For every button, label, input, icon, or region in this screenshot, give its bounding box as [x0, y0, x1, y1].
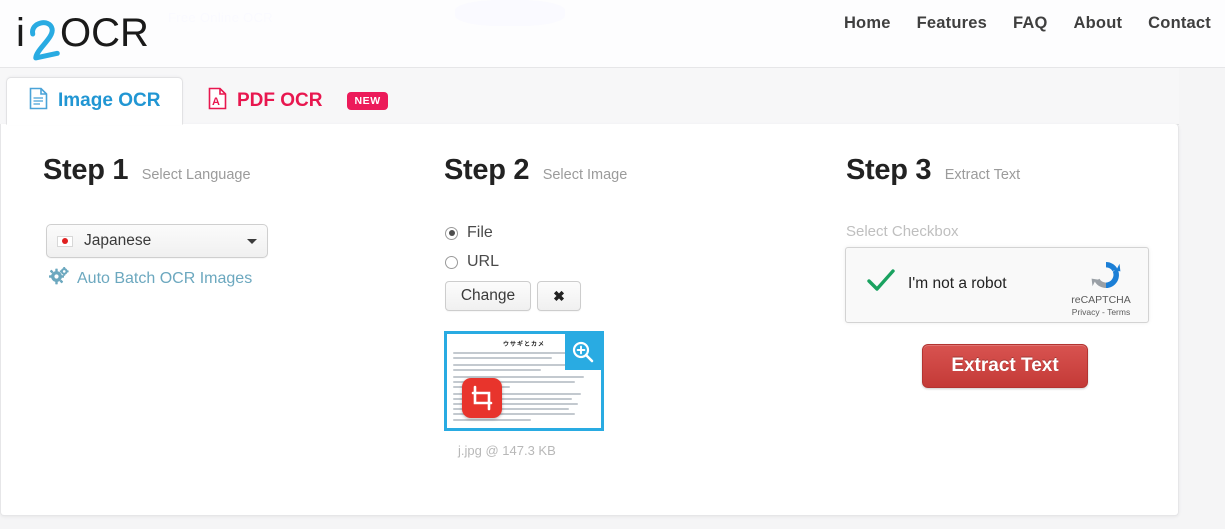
logo-graphic: i OCR — [16, 11, 149, 61]
nav-item-features[interactable]: Features — [917, 14, 987, 33]
language-select[interactable]: Japanese — [46, 224, 268, 258]
header-ghost-tagline: Free Online OCR — [168, 10, 273, 25]
clear-file-button[interactable]: ✖ — [537, 281, 581, 311]
step-1-subtitle: Select Language — [141, 167, 251, 183]
change-file-button[interactable]: Change — [445, 281, 531, 311]
step-1-title: Step 1 — [43, 154, 129, 186]
japan-flag-icon — [57, 235, 73, 247]
step-3-title: Step 3 — [846, 154, 932, 186]
recaptcha-privacy-terms[interactable]: Privacy - Terms — [1064, 307, 1138, 317]
magnifier-plus-icon[interactable] — [565, 334, 601, 370]
recaptcha-logo-icon — [1088, 257, 1124, 298]
image-thumbnail[interactable]: ウサギとカメ — [444, 331, 604, 431]
new-badge: NEW — [346, 92, 388, 110]
step-2-column: Step 2 Select Image File URL Change ✖ ウサ… — [444, 154, 824, 458]
site-header: i OCR Free Online OCR Home Features FAQ … — [0, 0, 1225, 68]
i2ocr-logo[interactable]: i OCR — [10, 6, 180, 62]
radio-file-input[interactable] — [445, 226, 458, 240]
step-2-subtitle: Select Image — [542, 167, 628, 183]
nav-item-faq[interactable]: FAQ — [1013, 14, 1048, 33]
step-2-heading: Step 2 Select Image — [444, 154, 824, 187]
radio-file-label: File — [467, 224, 493, 241]
header-ghost-graphic — [455, 0, 565, 26]
extract-text-button[interactable]: Extract Text — [922, 344, 1088, 388]
tab-pdf-ocr[interactable]: A PDF OCR NEW — [186, 77, 410, 125]
auto-batch-ocr-label: Auto Batch OCR Images — [77, 269, 253, 287]
step-1-heading: Step 1 Select Language — [43, 154, 423, 187]
page-root: i OCR Free Online OCR Home Features FAQ … — [0, 0, 1225, 529]
radio-option-url[interactable]: URL — [445, 253, 499, 271]
radio-url-label: URL — [467, 253, 500, 270]
chevron-down-icon — [247, 238, 257, 244]
svg-text:i: i — [16, 11, 25, 55]
gears-icon — [49, 267, 69, 290]
image-document-icon — [29, 87, 48, 116]
crop-icon[interactable] — [462, 378, 502, 418]
tab-strip: Image OCR A PDF OCR NEW — [0, 68, 1179, 125]
step-1-column: Step 1 Select Language Japanese Auto Bat… — [43, 154, 423, 287]
tab-image-ocr-label: Image OCR — [58, 90, 161, 111]
nav-item-about[interactable]: About — [1074, 14, 1123, 33]
radio-option-file[interactable]: File — [445, 224, 493, 242]
main-navigation: Home Features FAQ About Contact — [844, 14, 1211, 33]
recaptcha-label: I'm not a robot — [908, 275, 1007, 292]
step-3-column: Step 3 Extract Text Select Checkbox I'm … — [845, 154, 1166, 388]
tab-image-ocr[interactable]: Image OCR — [6, 77, 184, 125]
language-select-value: Japanese — [84, 232, 152, 249]
step-3-subtitle: Extract Text — [944, 167, 1021, 183]
radio-url-input[interactable] — [445, 255, 458, 269]
checkmark-icon[interactable] — [866, 268, 896, 299]
select-checkbox-label: Select Checkbox — [846, 223, 959, 240]
nav-item-contact[interactable]: Contact — [1148, 14, 1211, 33]
nav-item-home[interactable]: Home — [844, 14, 891, 33]
auto-batch-ocr-link[interactable]: Auto Batch OCR Images — [49, 267, 252, 290]
recaptcha-widget[interactable]: I'm not a robot reCAPTCHA Privacy - Term… — [845, 247, 1149, 323]
pdf-document-icon: A — [208, 87, 227, 116]
step-2-title: Step 2 — [444, 154, 530, 186]
file-name-caption: j.jpg @ 147.3 KB — [458, 443, 556, 458]
step-3-heading: Step 3 Extract Text — [846, 154, 1166, 187]
svg-text:OCR: OCR — [60, 11, 149, 55]
tab-pdf-ocr-label: PDF OCR — [237, 90, 323, 111]
content-panel: Step 1 Select Language Japanese Auto Bat… — [0, 124, 1179, 516]
svg-text:A: A — [212, 96, 220, 108]
recaptcha-brand-label: reCAPTCHA — [1071, 294, 1131, 306]
